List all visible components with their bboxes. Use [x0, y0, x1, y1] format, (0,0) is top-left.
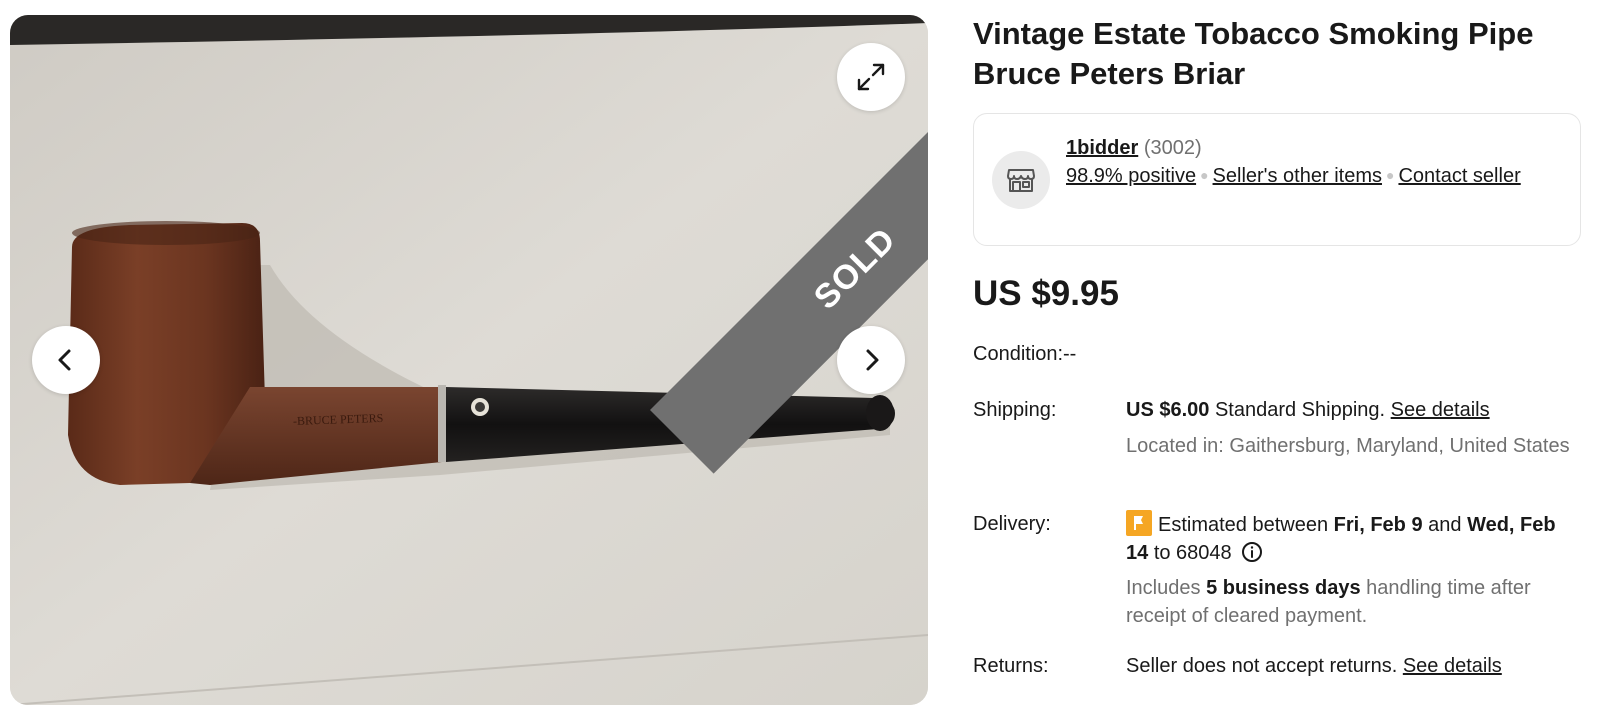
delivery-zip: to 68048 — [1153, 542, 1232, 564]
delivery-label: Delivery: — [973, 513, 1051, 535]
seller-info: 1bidder (3002) 98.9% positive ● Seller's o… — [1066, 134, 1536, 191]
expand-icon — [857, 63, 885, 91]
info-icon[interactable] — [1241, 541, 1263, 563]
positive-feedback-link[interactable]: 98.9% positive — [1066, 165, 1196, 187]
returns-label: Returns: — [973, 655, 1049, 677]
separator-dot: ● — [1385, 167, 1395, 183]
expand-button[interactable] — [837, 43, 905, 111]
store-icon — [1007, 169, 1035, 192]
delivery-and: and — [1428, 514, 1462, 536]
shipping-value: US $6.00 Standard Shipping. See details — [1126, 396, 1581, 424]
shipping-see-details-link[interactable]: See details — [1391, 399, 1490, 421]
chevron-right-icon — [866, 349, 879, 371]
next-image-button[interactable] — [837, 326, 905, 394]
shipping-label: Shipping: — [973, 399, 1057, 421]
delivery-start-date: Fri, Feb 9 — [1333, 514, 1423, 536]
shipping-price: US $6.00 — [1126, 399, 1210, 421]
previous-image-button[interactable] — [32, 326, 100, 394]
condition-label: Condition: — [973, 343, 1064, 365]
returns-text: Seller does not accept returns. — [1126, 655, 1398, 677]
handling-time: Includes 5 business days handling time a… — [1126, 574, 1581, 630]
shipping-method: Standard Shipping. — [1214, 399, 1386, 421]
returns-see-details-link[interactable]: See details — [1403, 655, 1502, 677]
condition-value: -- — [1063, 343, 1077, 365]
seller-card: 1bidder (3002) 98.9% positive ● Seller's o… — [973, 113, 1581, 246]
delivery-prefix: Estimated between — [1158, 514, 1329, 536]
seller-avatar[interactable] — [992, 151, 1050, 209]
seller-feedback-count: (3002) — [1143, 137, 1202, 159]
handling-days: 5 business days — [1206, 577, 1361, 599]
product-photo: -BRUCE PETERS — [10, 15, 928, 705]
flag-icon — [1126, 510, 1152, 536]
contact-seller-link[interactable]: Contact seller — [1398, 165, 1520, 187]
seller-name-link[interactable]: 1bidder — [1066, 137, 1138, 159]
item-location: Located in: Gaithersburg, Maryland, Unit… — [1126, 435, 1570, 457]
separator-dot: ● — [1200, 167, 1209, 183]
listing-title: Vintage Estate Tobacco Smoking Pipe Bruc… — [973, 16, 1534, 91]
item-price: US $9.95 — [973, 274, 1119, 313]
delivery-estimate: Estimated between Fri, Feb 9 and Wed, Fe… — [1126, 510, 1581, 567]
image-gallery[interactable]: -BRUCE PETERS SOLD — [10, 15, 928, 705]
chevron-left-icon — [58, 349, 71, 371]
handling-prefix: Includes — [1126, 577, 1201, 599]
seller-other-items-link[interactable]: Seller's other items — [1213, 165, 1382, 187]
returns-value: Seller does not accept returns. See deta… — [1126, 652, 1581, 680]
